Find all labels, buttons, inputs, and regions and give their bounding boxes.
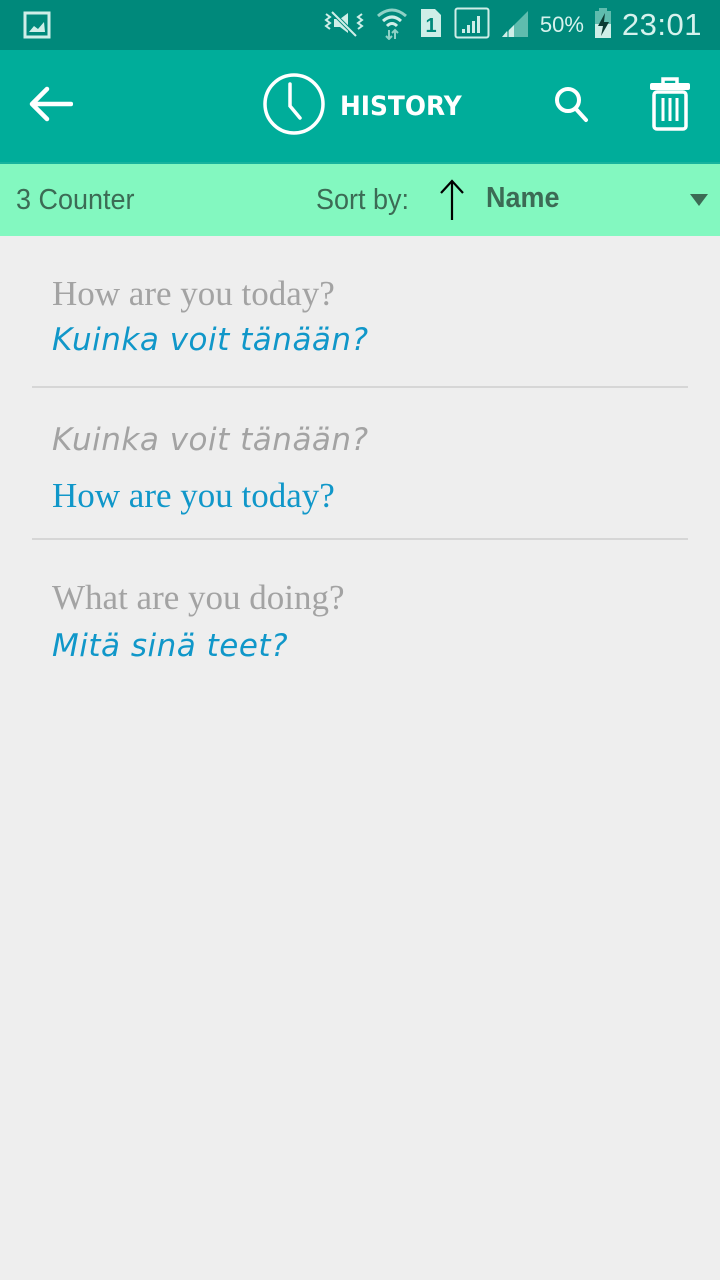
sim-1-icon: 1: [418, 7, 444, 44]
chevron-down-icon: [690, 194, 708, 206]
status-bar: 1 50% 23:01: [0, 0, 720, 50]
history-item[interactable]: What are you doing? Mitä sinä teet?: [32, 540, 688, 692]
trash-icon: [648, 76, 692, 136]
signal-icon-2: [500, 7, 530, 44]
search-icon: [552, 84, 592, 129]
sort-field-value: Name: [486, 182, 560, 214]
clock-icon: [262, 72, 326, 141]
status-time: 23:01: [621, 7, 702, 42]
title-text: HISTORY: [340, 90, 462, 122]
sort-bar: 3 Counter Sort by: Name: [0, 162, 720, 236]
translation-text: How are you today?: [52, 476, 335, 515]
sort-direction-toggle[interactable]: [437, 178, 467, 222]
item-counter: 3 Counter: [16, 184, 135, 216]
app-bar: HISTORY: [0, 50, 720, 162]
svg-text:1: 1: [425, 15, 436, 37]
back-button[interactable]: [22, 80, 78, 132]
history-item[interactable]: Kuinka voit tänään? How are you today?: [32, 388, 688, 540]
source-text: Kuinka voit tänään?: [52, 422, 369, 458]
translation-text: Kuinka voit tänään?: [52, 322, 369, 358]
delete-all-button[interactable]: [640, 76, 700, 136]
sort-by-label: Sort by:: [316, 184, 409, 216]
source-text: What are you doing?: [52, 578, 345, 617]
gallery-notification-icon: [22, 10, 52, 40]
wifi-icon: [376, 6, 408, 45]
arrow-up-icon: [437, 179, 467, 226]
translation-text: Mitä sinä teet?: [52, 628, 289, 664]
battery-percent: 50%: [539, 12, 584, 37]
battery-charging-icon: [594, 7, 612, 44]
mute-vibrate-icon: [322, 8, 366, 43]
source-text: How are you today?: [52, 274, 335, 313]
history-list: How are you today? Kuinka voit tänään? K…: [32, 236, 688, 692]
signal-icon: [454, 7, 490, 44]
sort-field-dropdown[interactable]: Name: [480, 164, 720, 236]
arrow-left-icon: [27, 86, 74, 127]
search-button[interactable]: [544, 80, 600, 132]
page-title: HISTORY: [262, 72, 472, 140]
history-item[interactable]: How are you today? Kuinka voit tänään?: [32, 236, 688, 388]
